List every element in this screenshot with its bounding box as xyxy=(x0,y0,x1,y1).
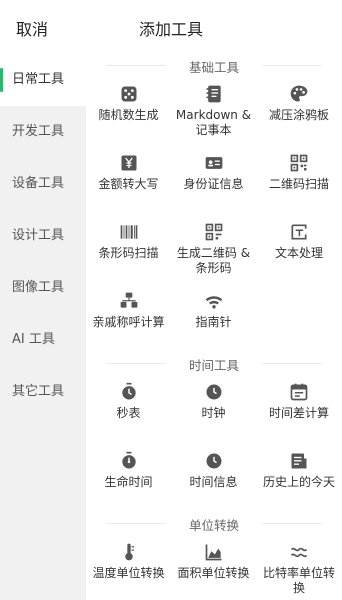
history-icon xyxy=(291,453,307,469)
stopwatch-icon xyxy=(121,382,136,400)
tool-compass[interactable]: 指南针 xyxy=(171,283,256,352)
tool-label: Markdown & 记事本 xyxy=(175,108,252,137)
tool-label: 历史上的今天 xyxy=(262,475,335,489)
notebook-icon xyxy=(206,85,221,103)
palette-icon xyxy=(290,85,308,102)
tool-grid-time: 秒表 时钟 时间差计算 生命时间 时间信息 历史上的今天 xyxy=(86,374,342,512)
tool-markdown-notebook[interactable]: Markdown & 记事本 xyxy=(171,76,256,145)
tool-temperature-convert[interactable]: 温度单位转换 xyxy=(86,534,171,600)
calendar-icon xyxy=(290,383,308,401)
text-icon xyxy=(291,224,307,240)
sidebar-item-other[interactable]: 其它工具 xyxy=(0,366,86,418)
tool-label: 随机数生成 xyxy=(98,108,159,122)
tool-grid-unit: 温度单位转换 面积单位转换 比特率单位转换 xyxy=(86,534,342,600)
tool-history-today[interactable]: 历史上的今天 xyxy=(256,443,342,512)
qr-generate-icon xyxy=(205,223,222,241)
tool-label: 面积单位转换 xyxy=(177,566,250,580)
compass-icon xyxy=(205,296,222,309)
tool-time-difference[interactable]: 时间差计算 xyxy=(256,374,342,443)
tool-bitrate-convert[interactable]: 比特率单位转换 xyxy=(256,534,342,600)
tool-amount-uppercase[interactable]: 金额转大写 xyxy=(86,145,171,214)
category-sidebar: 日常工具 开发工具 设备工具 设计工具 图像工具 AI 工具 其它工具 xyxy=(0,54,86,600)
tool-id-card-info[interactable]: 身份证信息 xyxy=(171,145,256,214)
family-icon xyxy=(120,292,137,308)
wave-icon xyxy=(290,547,308,558)
area-chart-icon xyxy=(205,544,221,561)
time-info-icon xyxy=(206,453,221,469)
tool-life-time[interactable]: 生命时间 xyxy=(86,443,171,512)
sidebar-item-design[interactable]: 设计工具 xyxy=(0,210,86,262)
tool-area-convert[interactable]: 面积单位转换 xyxy=(171,534,256,600)
tool-grid-basic: 随机数生成 Markdown & 记事本 减压涂鸦板 金额转大写 身份证信息 二… xyxy=(86,76,342,352)
tool-time-info[interactable]: 时间信息 xyxy=(171,443,256,512)
header-bar: 取消 添加工具 xyxy=(0,0,342,54)
barcode-icon xyxy=(120,225,137,239)
tool-label: 生命时间 xyxy=(104,475,153,489)
tool-label: 时间信息 xyxy=(189,475,238,489)
sidebar-item-dev[interactable]: 开发工具 xyxy=(0,106,86,158)
tool-doodle-board[interactable]: 减压涂鸦板 xyxy=(256,76,342,145)
tool-label: 秒表 xyxy=(116,406,141,420)
tool-label: 生成二维码 & 条形码 xyxy=(176,246,251,275)
sidebar-item-device[interactable]: 设备工具 xyxy=(0,158,86,210)
tool-label: 亲戚称呼计算 xyxy=(92,315,165,329)
qr-code-icon xyxy=(290,154,308,172)
tool-relative-title[interactable]: 亲戚称呼计算 xyxy=(86,283,171,352)
tool-random-number[interactable]: 随机数生成 xyxy=(86,76,171,145)
tool-generate-qr-barcode[interactable]: 生成二维码 & 条形码 xyxy=(171,214,256,283)
sidebar-item-ai[interactable]: AI 工具 xyxy=(0,314,86,366)
tool-text-processing[interactable]: 文本处理 xyxy=(256,214,342,283)
dice-icon xyxy=(121,86,136,102)
tool-clock[interactable]: 时钟 xyxy=(171,374,256,443)
tool-label: 二维码扫描 xyxy=(268,177,329,191)
tool-label: 身份证信息 xyxy=(183,177,244,191)
section-title-basic: 基础工具 xyxy=(86,54,342,76)
tool-label: 条形码扫描 xyxy=(98,246,159,260)
tool-label: 金额转大写 xyxy=(98,177,159,191)
page-title: 添加工具 xyxy=(138,20,203,39)
tool-stopwatch[interactable]: 秒表 xyxy=(86,374,171,443)
tool-label: 时间差计算 xyxy=(268,406,329,420)
tool-label: 文本处理 xyxy=(274,246,323,260)
tool-barcode-scan[interactable]: 条形码扫描 xyxy=(86,214,171,283)
yen-icon xyxy=(121,155,136,171)
thermometer-icon xyxy=(124,543,134,561)
tool-list[interactable]: 基础工具 随机数生成 Markdown & 记事本 减压涂鸦板 金额转大写 身份… xyxy=(86,54,342,600)
id-card-icon xyxy=(205,157,222,169)
sidebar-item-image[interactable]: 图像工具 xyxy=(0,262,86,314)
tool-label: 指南针 xyxy=(195,315,232,329)
life-timer-icon xyxy=(121,451,136,469)
section-title-unit: 单位转换 xyxy=(86,512,342,534)
tool-label: 时钟 xyxy=(201,406,226,420)
tool-qr-scan[interactable]: 二维码扫描 xyxy=(256,145,342,214)
tool-label: 温度单位转换 xyxy=(92,566,165,580)
tool-label: 减压涂鸦板 xyxy=(268,108,329,122)
clock-icon xyxy=(206,384,221,400)
sidebar-item-daily[interactable]: 日常工具 xyxy=(0,54,86,106)
tool-label: 比特率单位转换 xyxy=(262,566,335,595)
section-title-time: 时间工具 xyxy=(86,352,342,374)
